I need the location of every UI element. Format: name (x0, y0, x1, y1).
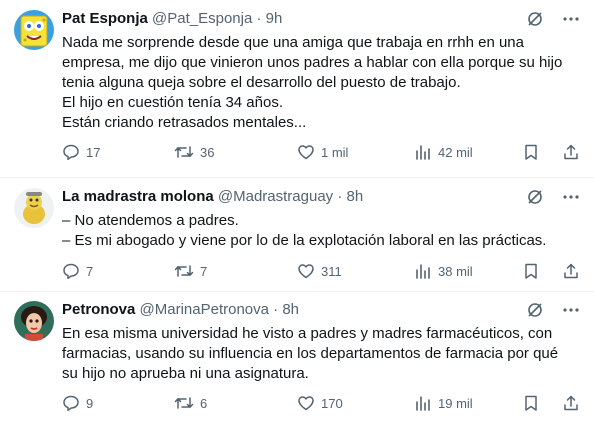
reply-button[interactable]: 17 (62, 143, 100, 161)
like-icon (298, 264, 314, 279)
tweet-line: tenia alguna queja sobre el desarrollo d… (62, 74, 461, 91)
illustrated-avatar-icon (14, 301, 54, 341)
reply-count: 17 (86, 144, 101, 160)
tweet-right-actions (522, 262, 580, 285)
timestamp[interactable]: · 8h (273, 301, 299, 318)
tweet-actions: 17 36 1 mil 42 mil (62, 143, 580, 163)
repost-count: 6 (200, 395, 208, 411)
views-icon (416, 264, 430, 279)
tweet-line: farmacias, usando su influencia en los d… (62, 345, 559, 362)
more-icon[interactable] (562, 10, 580, 28)
grok-icon[interactable] (526, 301, 544, 319)
share-button[interactable] (562, 143, 580, 166)
repost-icon (174, 146, 194, 158)
repost-icon (174, 265, 194, 277)
tweet-line: su hijo no aprueba ni una asignatura. (62, 365, 309, 382)
views-count: 42 mil (438, 144, 473, 160)
tweet-top-actions (526, 188, 580, 206)
bookmark-icon (525, 263, 537, 279)
repost-button[interactable]: 7 (174, 262, 207, 280)
tweet-top-actions (526, 301, 580, 319)
share-button[interactable] (562, 394, 580, 417)
display-name[interactable]: Pat Esponja (62, 10, 148, 27)
views-count: 19 mil (438, 395, 473, 411)
tweet[interactable]: Pat Esponja @Pat_Esponja · 9h Nada me so… (0, 0, 594, 178)
views-button[interactable]: 19 mil (414, 394, 473, 412)
reply-count: 7 (86, 263, 94, 279)
tweet[interactable]: Petronova @MarinaPetronova · 8h En esa m… (0, 292, 594, 430)
tweet-text: Nada me sorprende desde que una amiga qu… (62, 33, 578, 133)
like-count: 311 (321, 263, 342, 279)
views-count: 38 mil (438, 263, 473, 279)
share-button[interactable] (562, 262, 580, 285)
tweet-line: – Es mi abogado y viene por lo de la exp… (62, 232, 547, 249)
handle[interactable]: @MarinaPetronova (140, 301, 269, 318)
display-name[interactable]: La madrastra molona (62, 188, 214, 205)
display-name[interactable]: Petronova (62, 301, 135, 318)
timeline-feed: Pat Esponja @Pat_Esponja · 9h Nada me so… (0, 0, 594, 430)
tweet-text: – No atendemos a padres. – Es mi abogado… (62, 211, 578, 251)
tweet-actions: 7 7 311 38 mil (62, 262, 580, 282)
bookmark-icon (525, 395, 537, 411)
like-count: 1 mil (321, 144, 349, 160)
tweet-line: El hijo en cuestión tenía 34 años. (62, 94, 283, 111)
tweet-header: La madrastra molona @Madrastraguay · 8h (62, 187, 514, 207)
repost-button[interactable]: 36 (174, 143, 214, 161)
repost-count: 36 (200, 144, 215, 160)
bookmark-icon (525, 144, 537, 160)
tweet-right-actions (522, 394, 580, 417)
tweet-actions: 9 6 170 19 mil (62, 394, 580, 414)
grok-icon[interactable] (526, 188, 544, 206)
grok-icon[interactable] (526, 10, 544, 28)
views-icon (416, 396, 430, 411)
handle[interactable]: @Pat_Esponja (152, 10, 252, 27)
reply-icon (63, 144, 79, 161)
tweet-header: Petronova @MarinaPetronova · 8h (62, 300, 514, 320)
tweet-line: En esa misma universidad he visto a padr… (62, 325, 553, 342)
sponge-avatar-icon (14, 10, 54, 50)
more-icon[interactable] (562, 188, 580, 206)
like-button[interactable]: 170 (297, 394, 343, 412)
reply-button[interactable]: 9 (62, 394, 93, 412)
avatar[interactable] (14, 301, 54, 341)
tweet-line: Nada me sorprende desde que una amiga qu… (62, 34, 524, 51)
repost-icon (174, 397, 194, 409)
views-icon (416, 145, 430, 160)
views-button[interactable]: 38 mil (414, 262, 473, 280)
like-icon (298, 145, 314, 160)
tweet-line: empresa, me dijo que vinieron unos padre… (62, 54, 563, 71)
bookmark-button[interactable] (522, 262, 540, 285)
avatar[interactable] (14, 10, 54, 50)
timestamp[interactable]: · 9h (257, 10, 283, 27)
more-icon[interactable] (562, 301, 580, 319)
tweet-header: Pat Esponja @Pat_Esponja · 9h (62, 9, 514, 29)
avatar[interactable] (14, 188, 54, 228)
repost-button[interactable]: 6 (174, 394, 207, 412)
timestamp[interactable]: · 8h (337, 188, 363, 205)
tweet-top-actions (526, 10, 580, 28)
tweet-line: Están criando retrasados mentales... (62, 114, 307, 131)
like-icon (298, 396, 314, 411)
cartoon-avatar-icon (14, 188, 54, 228)
bookmark-button[interactable] (522, 394, 540, 417)
share-icon (564, 395, 578, 411)
tweet-line: – No atendemos a padres. (62, 212, 239, 229)
share-icon (564, 144, 578, 160)
like-count: 170 (321, 395, 343, 411)
like-button[interactable]: 1 mil (297, 143, 348, 161)
reply-button[interactable]: 7 (62, 262, 93, 280)
reply-icon (63, 395, 79, 412)
repost-count: 7 (200, 263, 208, 279)
reply-icon (63, 263, 79, 280)
bookmark-button[interactable] (522, 143, 540, 166)
share-icon (564, 263, 578, 279)
tweet-text: En esa misma universidad he visto a padr… (62, 324, 578, 384)
reply-count: 9 (86, 395, 94, 411)
tweet[interactable]: La madrastra molona @Madrastraguay · 8h … (0, 178, 594, 292)
tweet-right-actions (522, 143, 580, 166)
handle[interactable]: @Madrastraguay (218, 188, 333, 205)
views-button[interactable]: 42 mil (414, 143, 473, 161)
like-button[interactable]: 311 (297, 262, 342, 280)
